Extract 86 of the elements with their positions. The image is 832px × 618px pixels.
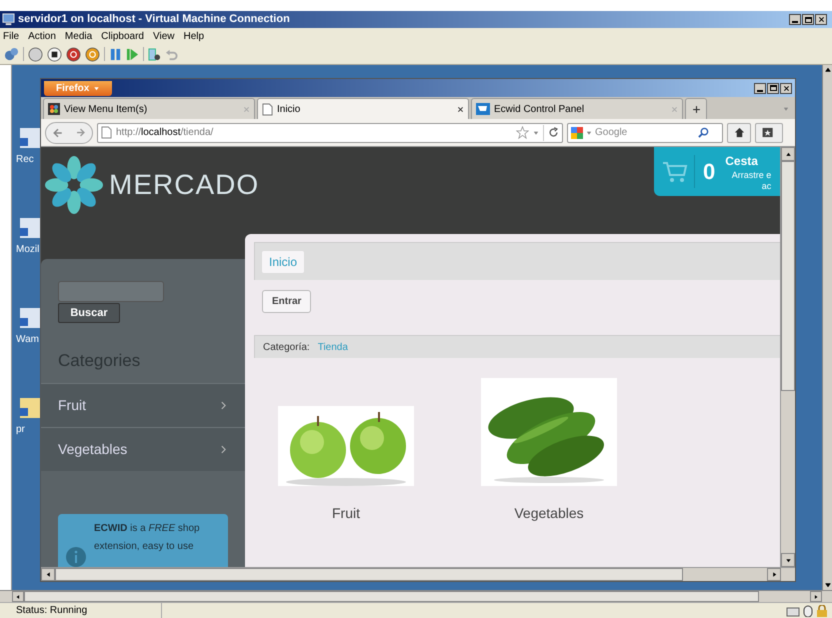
info-text: ECWID is a FREE shop bbox=[94, 522, 200, 536]
scroll-left-button[interactable] bbox=[12, 591, 24, 602]
browser-tab[interactable]: Ecwid Control Panel bbox=[471, 98, 683, 119]
window-title: servidor1 on localhost - Virtual Machine Connection bbox=[18, 12, 290, 28]
scroll-up-button[interactable] bbox=[781, 147, 795, 161]
scroll-down-button[interactable] bbox=[781, 553, 795, 567]
scroll-left-button[interactable] bbox=[41, 568, 55, 581]
login-button[interactable]: Entrar bbox=[262, 290, 312, 313]
cart-hint: Arrastre e bbox=[732, 170, 772, 180]
reload-icon[interactable] bbox=[548, 127, 559, 138]
scroll-right-button[interactable] bbox=[810, 591, 822, 602]
page-icon bbox=[101, 126, 112, 139]
browser-tab[interactable]: View Menu Item(s) bbox=[43, 98, 255, 119]
info-text: extension, easy to use bbox=[94, 540, 195, 554]
icon-label: pr bbox=[16, 423, 25, 437]
snapshot-icon[interactable] bbox=[148, 48, 161, 60]
category-label: Categoría: bbox=[263, 340, 310, 354]
plus-icon bbox=[692, 104, 700, 114]
scrollbar-thumb[interactable] bbox=[781, 161, 795, 391]
arrow-down-icon bbox=[784, 556, 792, 564]
home-icon bbox=[734, 127, 744, 138]
search-field[interactable] bbox=[58, 281, 164, 302]
cart-count: 0 bbox=[694, 155, 716, 188]
maximize-icon[interactable] bbox=[802, 14, 814, 25]
menu-item[interactable]: Help bbox=[183, 28, 204, 44]
product-name[interactable]: Vegetables bbox=[514, 503, 584, 524]
close-icon[interactable] bbox=[815, 14, 827, 25]
lock-icon bbox=[816, 604, 828, 616]
caret-icon[interactable] bbox=[533, 130, 539, 136]
tab-label: Inicio bbox=[277, 102, 302, 116]
close-icon[interactable] bbox=[457, 106, 464, 112]
menu-item[interactable]: Media bbox=[64, 28, 92, 44]
caret-icon[interactable] bbox=[586, 130, 592, 136]
category-item[interactable]: Vegetables bbox=[41, 426, 245, 471]
url-text: http://localhost/tienda/ bbox=[116, 126, 214, 140]
chevron-icon bbox=[219, 400, 228, 410]
keyboard-icon bbox=[786, 604, 800, 616]
category-item[interactable]: Fruit bbox=[41, 382, 245, 427]
page-icon bbox=[262, 102, 273, 116]
google-icon bbox=[571, 126, 583, 138]
icon-label: Mozil bbox=[16, 243, 40, 257]
maximize-icon[interactable] bbox=[767, 82, 779, 94]
menu-item[interactable]: Clipboard bbox=[101, 28, 144, 44]
site-logo[interactable]: MERCADO bbox=[109, 164, 260, 206]
cart-hint: ac bbox=[762, 180, 772, 192]
mouse-icon bbox=[802, 604, 814, 616]
shutdown-icon[interactable] bbox=[66, 46, 81, 62]
search-icon[interactable] bbox=[698, 127, 709, 138]
home-button[interactable] bbox=[727, 122, 751, 142]
back-icon[interactable] bbox=[52, 126, 64, 138]
scrollbar-thumb[interactable] bbox=[24, 591, 759, 602]
stop-icon[interactable] bbox=[47, 46, 62, 62]
tab-label: Ecwid Control Panel bbox=[494, 102, 586, 116]
search-input[interactable]: Google bbox=[595, 125, 695, 140]
cart-title: Cesta bbox=[725, 152, 758, 170]
monitor-icon bbox=[2, 13, 15, 26]
menu-item[interactable]: File bbox=[3, 28, 20, 44]
icon-label: Wam bbox=[16, 333, 39, 347]
pause-icon[interactable] bbox=[109, 48, 122, 60]
bookmarks-button[interactable] bbox=[755, 122, 783, 142]
chevron-icon bbox=[219, 444, 228, 454]
browser-tab[interactable]: Inicio bbox=[257, 98, 469, 119]
address-field[interactable]: http://localhost/tienda/ bbox=[97, 122, 563, 142]
minimize-icon[interactable] bbox=[754, 82, 766, 94]
scrollbar-thumb[interactable] bbox=[55, 568, 683, 581]
tab-label: View Menu Item(s) bbox=[64, 102, 148, 116]
arrow-up-icon bbox=[784, 150, 792, 158]
icon-label: Rec bbox=[16, 153, 34, 167]
arrow-right-icon bbox=[770, 571, 778, 578]
caret-icon bbox=[93, 84, 100, 92]
joomla-icon bbox=[48, 103, 60, 115]
star-icon[interactable] bbox=[516, 126, 529, 139]
close-icon[interactable] bbox=[780, 82, 792, 94]
menu-item[interactable]: Action bbox=[28, 28, 56, 44]
search-button[interactable]: Buscar bbox=[58, 303, 120, 324]
product-name[interactable]: Fruit bbox=[332, 503, 360, 524]
arrow-left-icon bbox=[44, 571, 52, 578]
scroll-right-button[interactable] bbox=[767, 568, 781, 581]
flower-logo-icon bbox=[45, 156, 103, 214]
arrow-right-icon bbox=[813, 594, 819, 600]
search-field[interactable]: Google bbox=[567, 122, 723, 142]
new-tab-button[interactable] bbox=[685, 98, 707, 119]
status-text: Status: Running bbox=[0, 603, 162, 618]
menu-item[interactable]: View bbox=[152, 28, 174, 44]
minimize-icon[interactable] bbox=[789, 14, 801, 25]
arrow-left-icon bbox=[15, 594, 21, 600]
